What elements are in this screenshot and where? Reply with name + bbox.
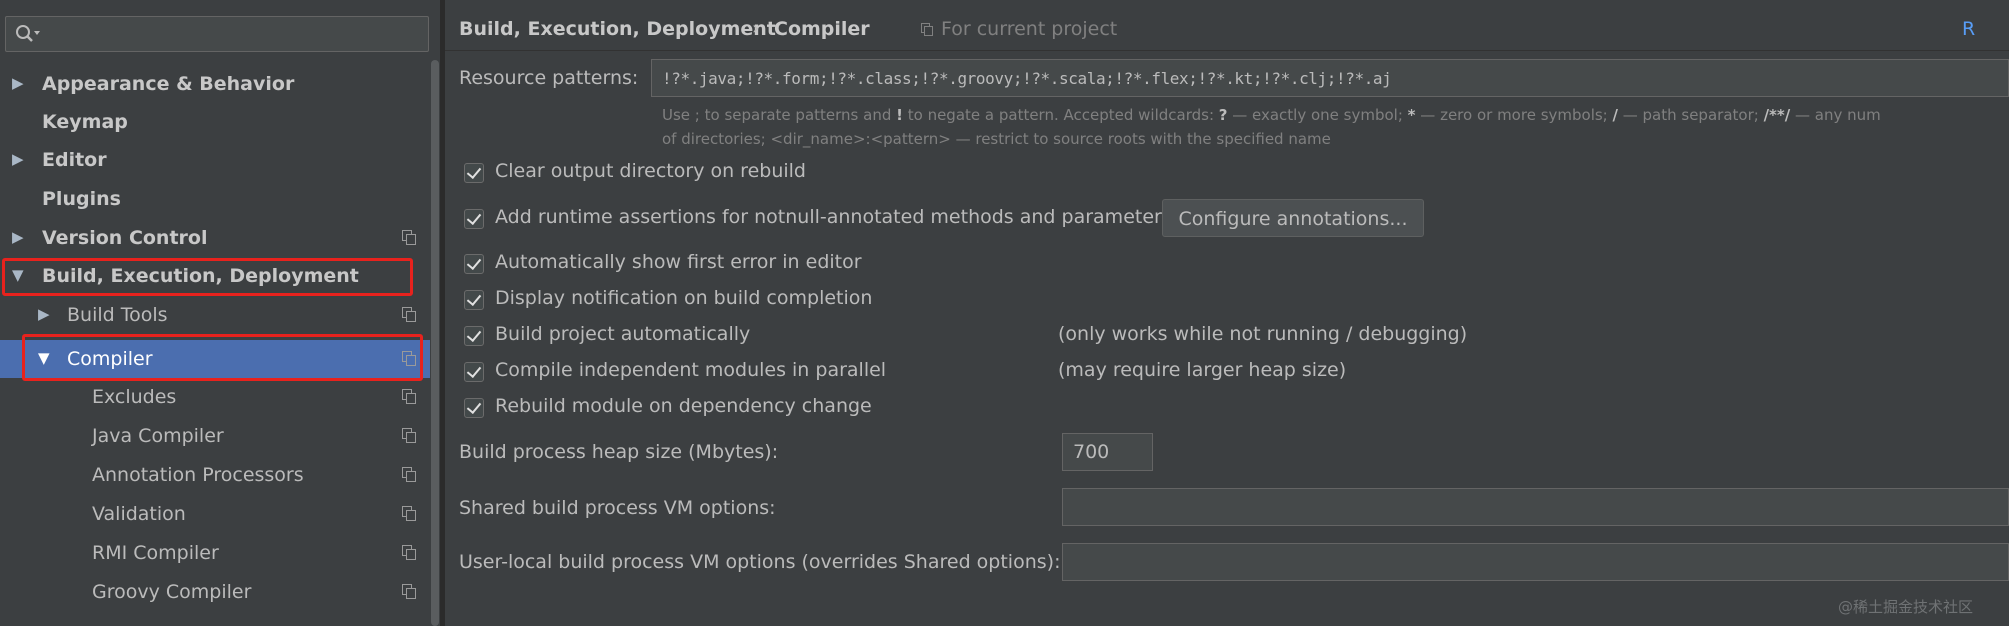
rebuild-on-dependency-checkbox[interactable]: [464, 398, 484, 418]
resource-patterns-hint-line1: Use ; to separate patterns and ! to nega…: [662, 106, 1881, 124]
configure-annotations-button[interactable]: Configure annotations...: [1162, 199, 1424, 237]
sidebar-item-label: Java Compiler: [92, 425, 224, 447]
project-scope-icon: [402, 428, 416, 443]
option-label: Display notification on build completion: [495, 287, 873, 309]
sidebar-item-java-compiler[interactable]: Java Compiler: [0, 417, 440, 455]
breadcrumb-current: Compiler: [774, 18, 870, 40]
project-scope-icon: [921, 23, 933, 36]
user-vm-options-label: User-local build process VM options (ove…: [459, 551, 1061, 573]
settings-sidebar: ▶ Appearance & Behavior Keymap ▶ Editor …: [0, 0, 440, 626]
option-label: Automatically show first error in editor: [495, 251, 862, 273]
sidebar-item-rmi-compiler[interactable]: RMI Compiler: [0, 534, 440, 572]
project-scope-icon: [402, 307, 416, 322]
annotation-box-compiler: [22, 334, 423, 381]
sidebar-item-annotation-processors[interactable]: Annotation Processors: [0, 456, 440, 494]
sidebar-item-appearance-behavior[interactable]: ▶ Appearance & Behavior: [0, 65, 440, 103]
sidebar-item-label: Excludes: [92, 386, 177, 408]
header-divider: [445, 50, 2009, 51]
clear-output-checkbox[interactable]: [464, 163, 484, 183]
sidebar-scrollbar-thumb[interactable]: [431, 60, 439, 626]
option-label: Rebuild module on dependency change: [495, 395, 872, 417]
shared-vm-options-label: Shared build process VM options:: [459, 497, 776, 519]
settings-search-field[interactable]: [5, 16, 429, 52]
sidebar-item-label: Editor: [42, 149, 107, 171]
option-label: Build project automatically: [495, 323, 751, 345]
project-scope-icon: [402, 545, 416, 560]
expand-arrow-icon[interactable]: ▶: [38, 305, 50, 323]
resource-patterns-value: !?*.java;!?*.form;!?*.class;!?*.groovy;!…: [662, 69, 1392, 88]
user-vm-options-input[interactable]: [1062, 543, 2009, 581]
project-scope-icon: [402, 230, 416, 245]
parallel-compile-note: (may require larger heap size): [1058, 359, 1347, 381]
project-scope-icon: [402, 467, 416, 482]
build-automatically-note: (only works while not running / debuggin…: [1058, 323, 1468, 345]
scope-label: For current project: [941, 18, 1118, 40]
sidebar-item-editor[interactable]: ▶ Editor: [0, 141, 440, 179]
sidebar-item-label: Keymap: [42, 111, 128, 133]
heap-size-input[interactable]: 700: [1062, 433, 1153, 471]
option-label: Clear output directory on rebuild: [495, 160, 806, 182]
heap-size-label: Build process heap size (Mbytes):: [459, 441, 779, 463]
build-automatically-checkbox[interactable]: [464, 326, 484, 346]
expand-arrow-icon[interactable]: ▶: [12, 228, 24, 246]
sidebar-item-plugins[interactable]: Plugins: [0, 180, 440, 218]
search-icon[interactable]: [14, 22, 42, 46]
option-label: Add runtime assertions for notnull-annot…: [495, 206, 1172, 228]
annotation-box-build-execution: [2, 258, 413, 296]
resource-patterns-hint-line2: of directories; <dir_name>:<pattern> — r…: [662, 130, 1331, 148]
sidebar-item-label: Plugins: [42, 188, 121, 210]
sidebar-item-label: Groovy Compiler: [92, 581, 252, 603]
reset-link[interactable]: R: [1962, 18, 1975, 40]
sidebar-item-excludes[interactable]: Excludes: [0, 378, 440, 416]
sidebar-item-label: Version Control: [42, 227, 208, 249]
show-first-error-checkbox[interactable]: [464, 254, 484, 274]
project-scope-icon: [402, 506, 416, 521]
sidebar-item-build-tools[interactable]: ▶ Build Tools: [0, 296, 440, 334]
button-label: Configure annotations...: [1178, 208, 1408, 230]
sidebar-item-label: Validation: [92, 503, 186, 525]
sidebar-scrollbar[interactable]: [430, 60, 440, 626]
watermark: @稀土掘金技术社区: [1838, 598, 1974, 616]
sidebar-item-keymap[interactable]: Keymap: [0, 103, 440, 141]
project-scope-icon: [402, 389, 416, 404]
parallel-compile-checkbox[interactable]: [464, 362, 484, 382]
breadcrumb-separator: ›: [752, 18, 760, 39]
breadcrumb-parent[interactable]: Build, Execution, Deployment: [459, 18, 776, 40]
option-label: Compile independent modules in parallel: [495, 359, 887, 381]
resource-patterns-input[interactable]: !?*.java;!?*.form;!?*.class;!?*.groovy;!…: [651, 59, 2009, 97]
expand-arrow-icon[interactable]: ▶: [12, 74, 24, 92]
expand-arrow-icon[interactable]: ▶: [12, 150, 24, 168]
shared-vm-options-input[interactable]: [1062, 488, 2009, 526]
sidebar-item-version-control[interactable]: ▶ Version Control: [0, 219, 440, 257]
sidebar-item-label: Annotation Processors: [92, 464, 304, 486]
heap-size-value: 700: [1073, 441, 1110, 463]
build-notification-checkbox[interactable]: [464, 290, 484, 310]
sidebar-item-label: RMI Compiler: [92, 542, 219, 564]
sidebar-item-groovy-compiler[interactable]: Groovy Compiler: [0, 573, 440, 611]
project-scope-icon: [402, 584, 416, 599]
sidebar-item-label: Appearance & Behavior: [42, 73, 295, 95]
sidebar-item-validation[interactable]: Validation: [0, 495, 440, 533]
sidebar-item-label: Build Tools: [67, 304, 168, 326]
resource-patterns-label: Resource patterns:: [459, 67, 639, 89]
runtime-assertions-checkbox[interactable]: [464, 209, 484, 229]
